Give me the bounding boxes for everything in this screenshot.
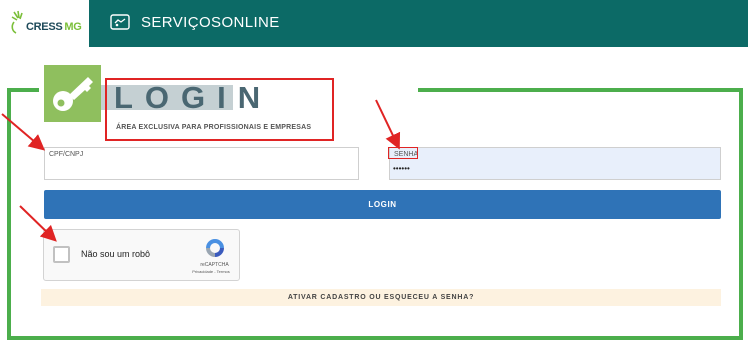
annotation-arrow-icon [1,113,46,151]
annotation-arrow-icon [375,99,401,150]
annotation-arrows [1,99,401,242]
annotation-arrow-icon [19,205,57,242]
